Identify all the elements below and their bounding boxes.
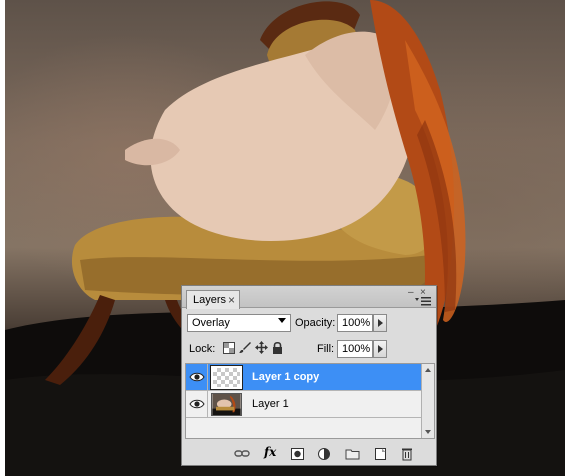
- layer-name[interactable]: Layer 1 copy: [252, 371, 319, 383]
- row-divider: [207, 364, 208, 391]
- scroll-down-icon[interactable]: [425, 430, 431, 434]
- trash-icon[interactable]: [399, 447, 415, 461]
- opacity-label: Opacity:: [295, 317, 336, 329]
- blend-mode-select[interactable]: Overlay: [187, 314, 291, 332]
- layer-thumbnail: [211, 393, 242, 416]
- eye-icon[interactable]: [189, 371, 205, 383]
- layer-thumbnail: [210, 365, 243, 390]
- tab-label: Layers: [193, 294, 227, 306]
- opacity-field[interactable]: 100%: [337, 314, 373, 332]
- lock-brush-icon[interactable]: [239, 341, 252, 354]
- lock-move-icon[interactable]: [255, 341, 268, 354]
- opacity-value: 100%: [342, 317, 371, 329]
- panel-header: Layers × – ×: [182, 286, 436, 309]
- layer-row-selected[interactable]: Layer 1 copy: [186, 364, 422, 391]
- new-layer-icon[interactable]: [373, 447, 389, 461]
- fx-icon[interactable]: fx: [264, 445, 280, 459]
- layers-scrollbar[interactable]: [421, 364, 434, 438]
- lock-transparent-icon[interactable]: [223, 342, 235, 354]
- adjustment-icon[interactable]: [317, 447, 333, 461]
- lock-all-icon[interactable]: [272, 341, 283, 354]
- panel-menu-icon[interactable]: [414, 296, 432, 306]
- eye-icon[interactable]: [189, 398, 205, 410]
- opacity-slider-button[interactable]: [373, 314, 387, 332]
- group-folder-icon[interactable]: [345, 447, 361, 461]
- fill-value: 100%: [342, 343, 371, 355]
- minimize-icon[interactable]: –: [408, 287, 414, 298]
- blend-mode-value: Overlay: [192, 317, 230, 329]
- chevron-down-icon: [278, 318, 286, 323]
- tab-close-icon[interactable]: ×: [228, 293, 235, 307]
- layers-panel: Layers × – × Overlay Opacity: 100% Lock:: [181, 285, 437, 466]
- panel-window-controls: – ×: [406, 286, 432, 306]
- row-divider: [207, 391, 208, 418]
- mask-icon[interactable]: [290, 447, 306, 461]
- layer-row[interactable]: Layer 1: [186, 391, 422, 418]
- fill-slider-button[interactable]: [373, 340, 387, 358]
- layer-name[interactable]: Layer 1: [252, 398, 289, 410]
- scroll-up-icon[interactable]: [425, 368, 431, 372]
- lock-label: Lock:: [189, 343, 216, 355]
- tab-layers[interactable]: Layers ×: [186, 290, 240, 309]
- fill-label: Fill:: [317, 343, 335, 355]
- layers-toolbar: fx: [182, 443, 436, 465]
- layers-list: Layer 1 copy Layer 1: [185, 363, 435, 439]
- fill-field[interactable]: 100%: [337, 340, 373, 358]
- link-icon[interactable]: [234, 447, 250, 461]
